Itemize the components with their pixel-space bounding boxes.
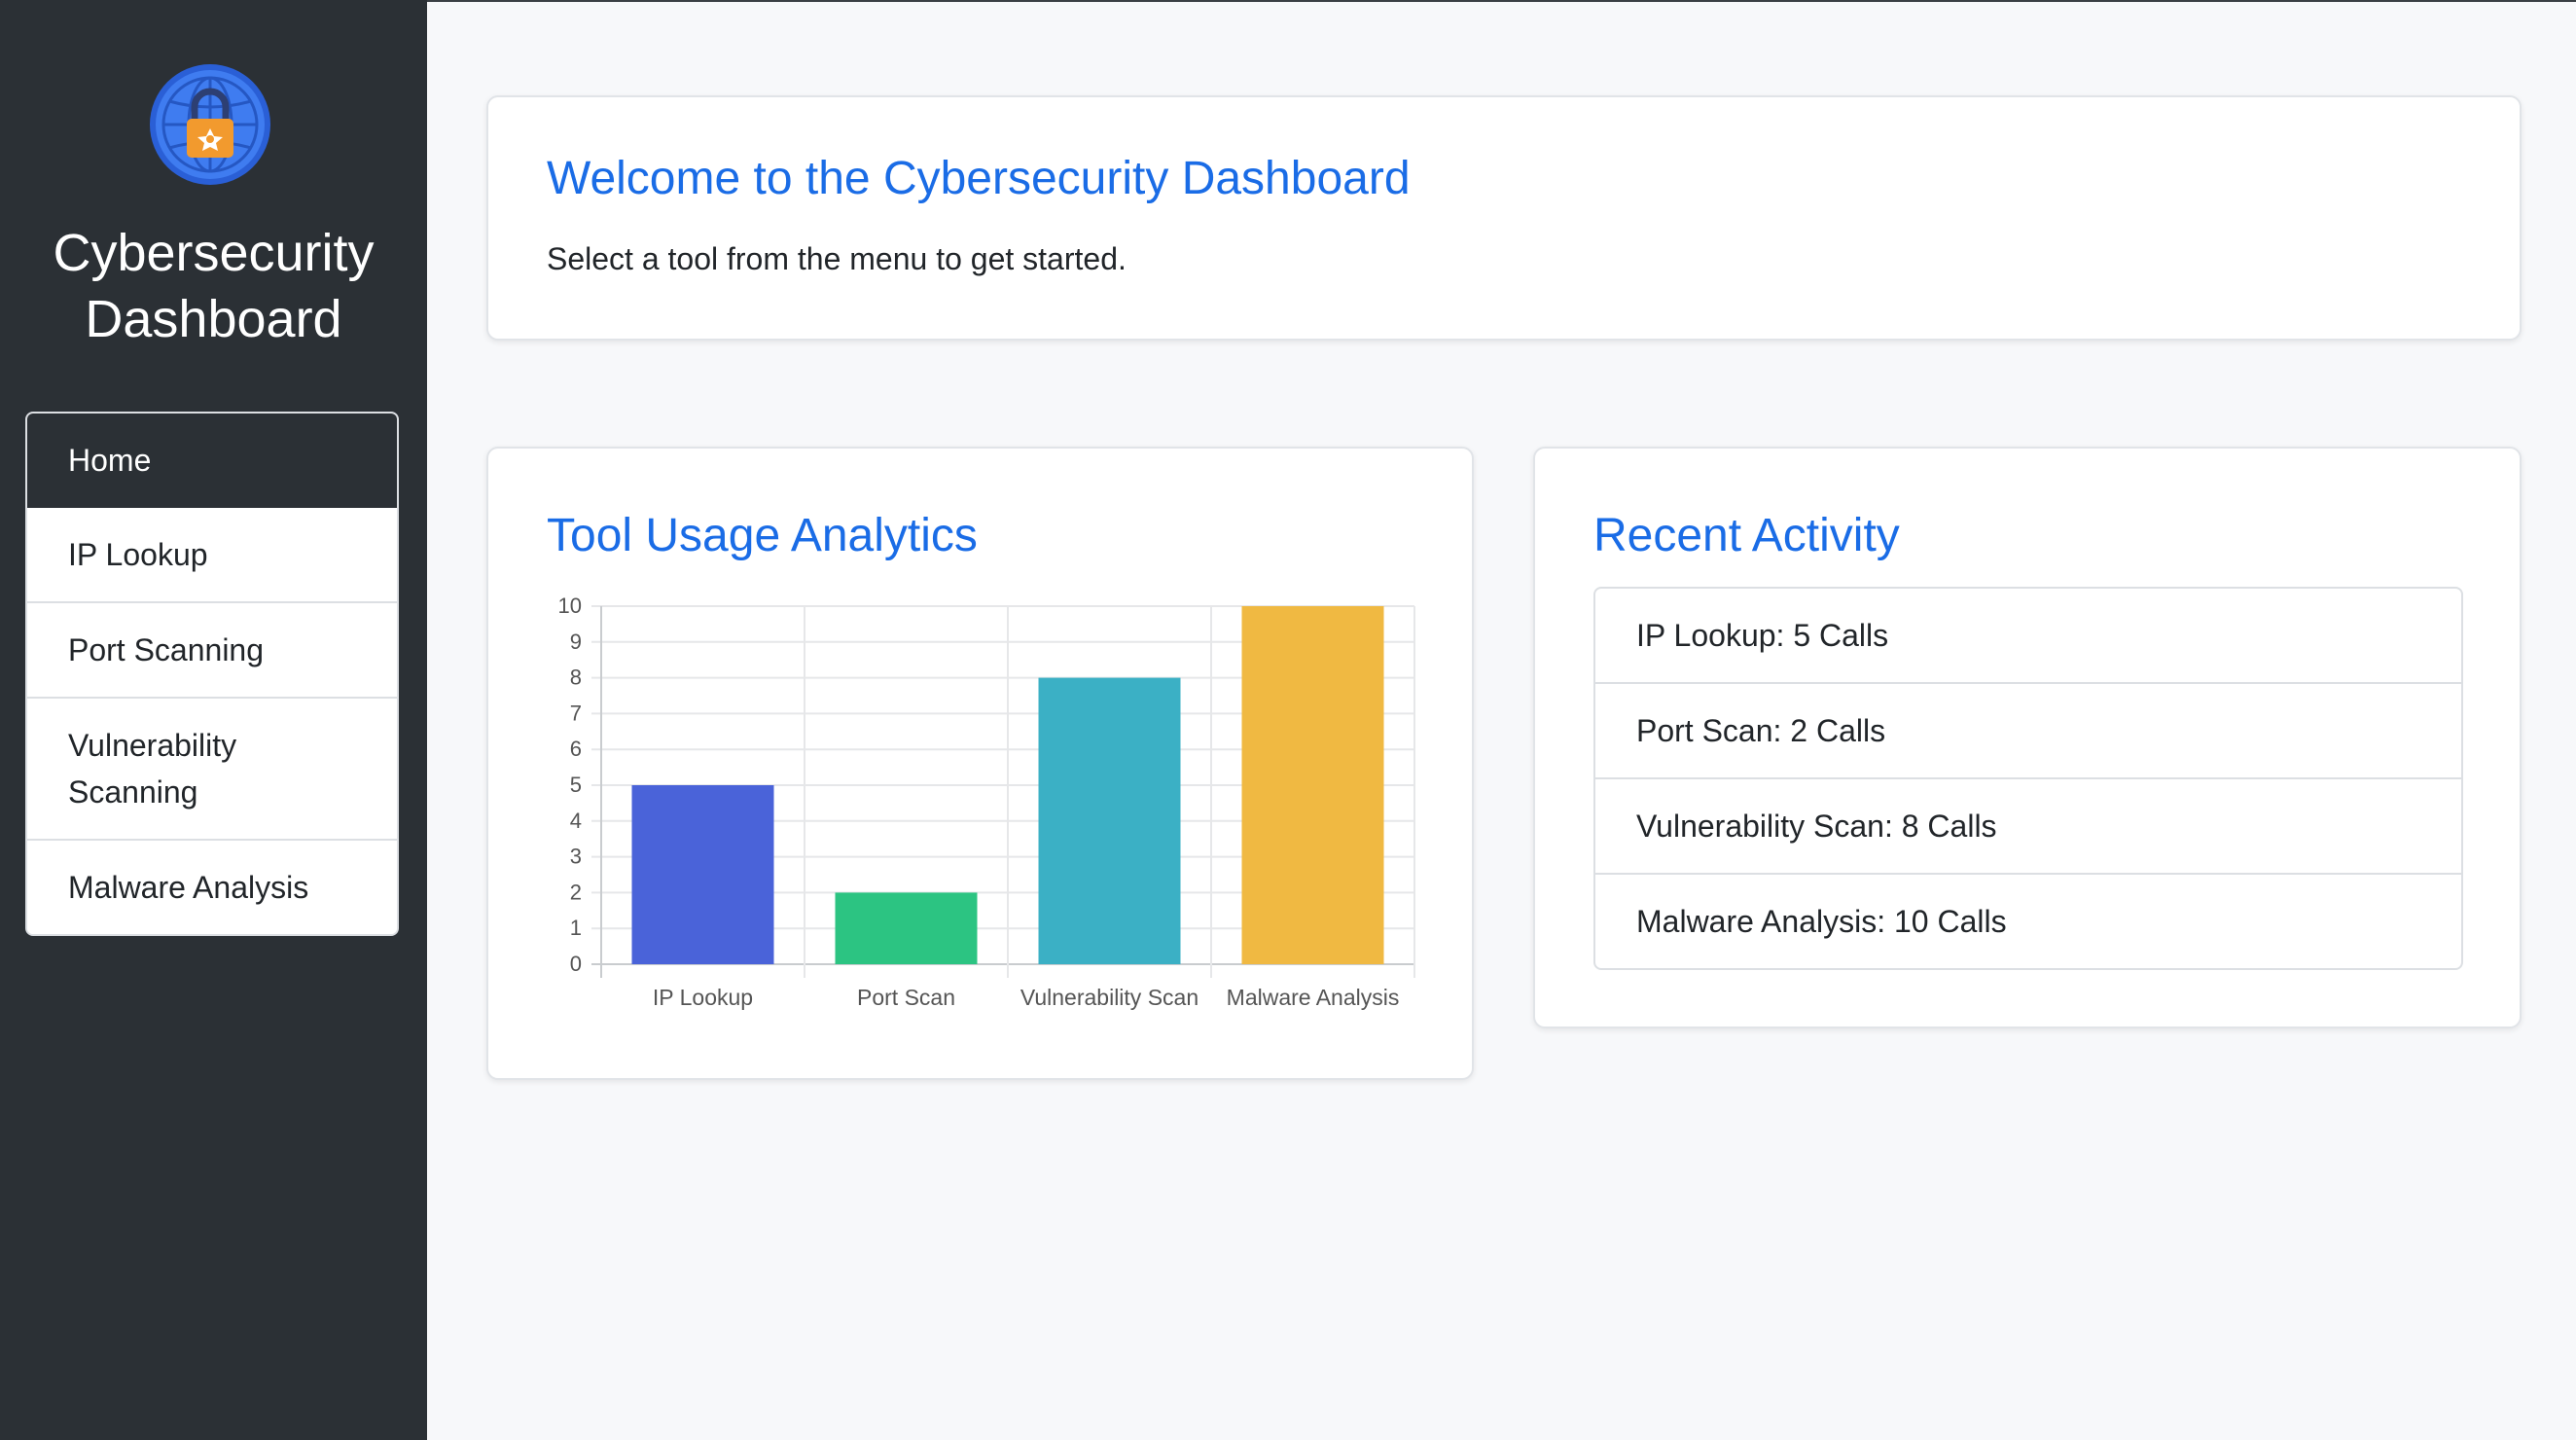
sidebar-item-label: Vulnerability Scanning	[68, 722, 236, 815]
y-tick-label: 1	[570, 916, 582, 940]
activity-list: IP Lookup: 5 Calls Port Scan: 2 Calls Vu…	[1593, 587, 2463, 970]
brand-line-2: Dashboard	[85, 290, 342, 348]
brand-title: Cybersecurity Dashboard	[0, 220, 427, 352]
recent-activity-card: Recent Activity IP Lookup: 5 Calls Port …	[1533, 447, 2522, 1028]
sidebar-item-label: IP Lookup	[68, 537, 208, 572]
x-tick-label: Vulnerability Scan	[1020, 985, 1199, 1010]
bar-malware-analysis	[1241, 606, 1384, 964]
activity-item: Vulnerability Scan: 8 Calls	[1595, 779, 2461, 875]
welcome-title: Welcome to the Cybersecurity Dashboard	[547, 153, 1411, 204]
y-tick-label: 0	[570, 952, 582, 976]
x-tick-label: Port Scan	[857, 985, 955, 1010]
sidebar-item-label: Home	[68, 442, 152, 478]
y-tick-label: 7	[570, 701, 582, 725]
sidebar-item-label-line-1: Vulnerability	[68, 728, 237, 763]
activity-item: Port Scan: 2 Calls	[1595, 684, 2461, 779]
y-tick-label: 9	[570, 630, 582, 654]
bar-ip-lookup	[631, 785, 774, 964]
sidebar-item-label: Port Scanning	[68, 632, 265, 667]
welcome-subtitle: Select a tool from the menu to get start…	[547, 241, 1127, 276]
y-tick-label: 8	[570, 666, 582, 690]
y-tick-label: 4	[570, 809, 582, 833]
y-tick-label: 3	[570, 845, 582, 869]
welcome-card: Welcome to the Cybersecurity Dashboard S…	[486, 95, 2522, 341]
bar-port-scan	[835, 892, 978, 964]
activity-title: Recent Activity	[1593, 510, 1900, 561]
activity-item: IP Lookup: 5 Calls	[1595, 589, 2461, 684]
sidebar-item-label: Malware Analysis	[68, 870, 309, 905]
sidebar-item-ip-lookup[interactable]: IP Lookup	[27, 508, 397, 603]
sidebar-item-home[interactable]: Home	[27, 414, 397, 508]
activity-item: Malware Analysis: 10 Calls	[1636, 903, 2007, 939]
y-tick-label: 2	[570, 880, 582, 904]
y-tick-label: 10	[558, 594, 582, 618]
sidebar-nav: Home IP Lookup Port Scanning Vulnerabili…	[25, 412, 399, 936]
globe-lock-icon	[148, 62, 272, 187]
tool-usage-bar-chart: 0 1 2 3 4 5 6 7 8 9 10 IP Lookup Port Scan Vulnerabil…	[558, 594, 1415, 1010]
x-tick-label: Malware Analysis	[1227, 985, 1400, 1010]
sidebar-item-malware-analysis[interactable]: Malware Analysis	[27, 841, 397, 934]
tool-usage-analytics-card: Tool Usage Analytics 0 1 2 3 4 5 6 7 8 9 10 IP Look…	[486, 447, 1474, 1080]
x-tick-label: IP Lookup	[653, 985, 753, 1010]
y-tick-label: 5	[570, 773, 582, 797]
brand-line-1: Cybersecurity	[53, 224, 375, 282]
bar-vulnerability-scan	[1038, 677, 1181, 964]
sidebar-item-vulnerability-scanning[interactable]: Vulnerability Scanning	[27, 699, 397, 841]
sidebar-item-label-line-2: Scanning	[68, 774, 198, 810]
sidebar: Cybersecurity Dashboard Home IP Lookup P…	[0, 0, 427, 1440]
y-tick-label: 6	[570, 737, 582, 761]
sidebar-item-port-scanning[interactable]: Port Scanning	[27, 603, 397, 699]
